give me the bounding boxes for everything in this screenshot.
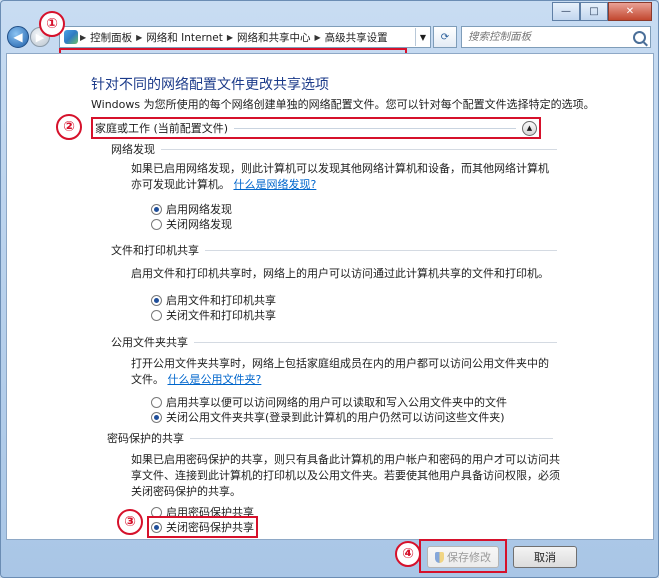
close-button[interactable]: ✕ [608,2,652,21]
cancel-button[interactable]: 取消 [513,546,577,568]
radio-label: 关闭密码保护共享 [166,521,254,534]
save-changes-button[interactable]: 保存修改 [427,546,499,568]
settings-content: 针对不同的网络配置文件更改共享选项 Windows 为您所使用的每个网络创建单独… [6,53,654,540]
control-panel-icon [64,30,78,44]
section-heading: 公用文件夹共享 [111,336,188,349]
annotation-badge-4: ④ [395,541,421,567]
radio-label: 关闭公用文件夹共享(登录到此计算机的用户仍然可以访问这些文件夹) [166,411,505,424]
section-heading: 文件和打印机共享 [111,244,199,257]
page-description: Windows 为您所使用的每个网络创建单独的网络配置文件。您可以针对每个配置文… [91,98,595,111]
maximize-button[interactable]: □ [580,2,608,21]
section-text: 如果已启用网络发现，则此计算机可以发现其他网络计算机和设备，而其他网络计算机亦可… [131,161,551,193]
radio-label: 关闭网络发现 [166,218,232,231]
radio-enable-discovery[interactable]: 启用网络发现 [151,201,232,217]
radio-selected-icon[interactable] [151,411,162,423]
address-bar[interactable]: ▶ 控制面板 ▶ 网络和 Internet ▶ 网络和共享中心 ▶ 高级共享设置… [59,26,431,48]
radio-enable-file-printer[interactable]: 启用文件和打印机共享 [151,292,276,308]
divider [205,249,557,251]
profile-label: 家庭或工作 (当前配置文件) [95,122,229,135]
annotation-badge-3: ③ [117,509,143,535]
radio-selected-icon[interactable] [151,521,162,533]
profile-header-home-work[interactable]: 家庭或工作 (当前配置文件) ▲ [91,117,541,139]
section-heading: 密码保护的共享 [107,432,184,445]
breadcrumb-advanced-sharing[interactable]: 高级共享设置 [321,30,392,45]
radio-label: 启用共享以便可以访问网络的用户可以读取和写入公用文件夹中的文件 [166,396,507,409]
save-label: 保存修改 [447,551,491,564]
section-text: 启用文件和打印机共享时，网络上的用户可以访问通过此计算机共享的文件和打印机。 [131,267,549,280]
page-title: 针对不同的网络配置文件更改共享选项 [91,77,329,93]
radio-selected-icon[interactable] [151,203,162,215]
navigation-bar: ◀ ▶ ▶ 控制面板 ▶ 网络和 Internet ▶ 网络和共享中心 ▶ 高级… [1,23,658,72]
section-heading: 网络发现 [111,143,155,156]
section-public-folder-sharing: 公用文件夹共享 [111,334,557,350]
search-input[interactable] [462,30,630,44]
radio-label: 启用网络发现 [166,203,232,216]
search-icon[interactable] [633,30,646,44]
divider [161,148,557,150]
radio-selected-icon[interactable] [151,294,162,306]
divider [190,437,553,439]
breadcrumb-control-panel[interactable]: 控制面板 [86,30,136,45]
breadcrumb-network-sharing-center[interactable]: 网络和共享中心 [233,30,315,45]
search-box[interactable] [461,26,651,48]
chevron-up-icon[interactable]: ▲ [522,120,537,136]
what-is-discovery-link[interactable]: 什么是网络发现? [234,178,317,191]
divider [234,127,516,129]
chevron-down-icon[interactable]: ▼ [415,28,430,46]
radio-enable-public-folder[interactable]: 启用共享以便可以访问网络的用户可以读取和写入公用文件夹中的文件 [151,394,507,410]
footer-bar: 保存修改 取消 [6,539,652,573]
annotation-badge-1: ① [39,11,65,37]
divider [194,341,557,343]
annotation-badge-2: ② [56,114,82,140]
radio-disable-discovery[interactable]: 关闭网络发现 [151,216,232,232]
radio-disable-public-folder[interactable]: 关闭公用文件夹共享(登录到此计算机的用户仍然可以访问这些文件夹) [151,409,505,425]
section-text: 打开公用文件夹共享时，网络上包括家庭组成员在内的用户都可以访问公用文件夹中的文件… [131,356,551,388]
radio-disable-password-sharing[interactable]: 关闭密码保护共享 [147,516,258,538]
what-is-public-folder-link[interactable]: 什么是公用文件夹? [168,373,262,386]
radio-disable-file-printer[interactable]: 关闭文件和打印机共享 [151,307,276,323]
radio-label: 关闭文件和打印机共享 [166,309,276,322]
uac-shield-icon [435,551,444,563]
breadcrumb-network-internet[interactable]: 网络和 Internet [142,30,227,45]
section-file-printer-sharing: 文件和打印机共享 [111,242,557,258]
back-arrow-icon[interactable]: ◀ [7,26,29,48]
section-password-protected-sharing: 密码保护的共享 [107,430,553,446]
control-panel-window: — □ ✕ ◀ ▶ ▶ 控制面板 ▶ 网络和 Internet ▶ 网络和共享中… [0,0,659,578]
discovery-text: 如果已启用网络发现，则此计算机可以发现其他网络计算机和设备，而其他网络计算机亦可… [131,162,549,191]
radio-unselected-icon[interactable] [151,309,162,321]
refresh-button[interactable]: ⟳ [433,26,457,48]
section-text: 如果已启用密码保护的共享，则只有具备此计算机的用户帐户和密码的用户才可以访问共享… [131,453,560,498]
radio-unselected-icon[interactable] [151,218,162,230]
caption-buttons: — □ ✕ [552,2,652,21]
minimize-button[interactable]: — [552,2,580,21]
section-network-discovery: 网络发现 [111,141,557,157]
radio-label: 启用文件和打印机共享 [166,294,276,307]
radio-unselected-icon[interactable] [151,396,162,408]
